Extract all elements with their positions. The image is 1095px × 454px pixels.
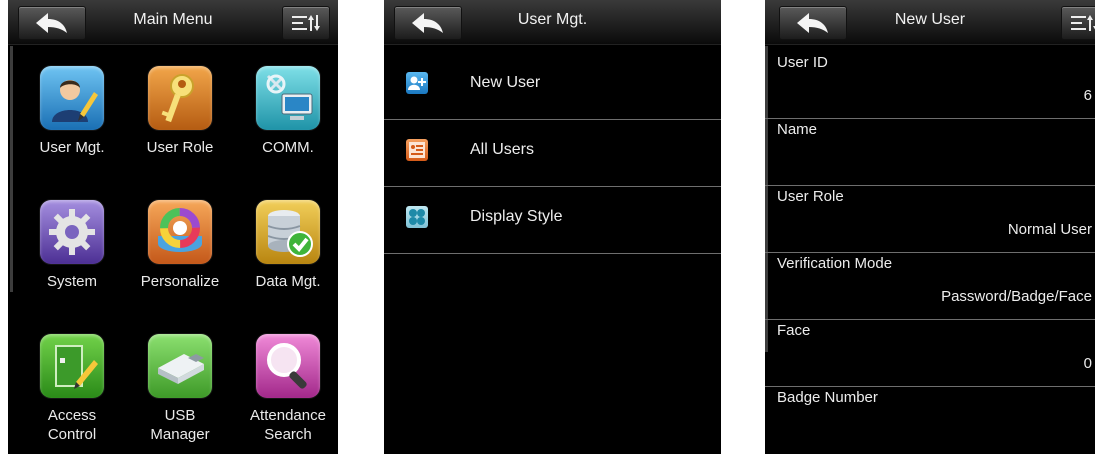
menu-item-user-mgt[interactable]: User Mgt. xyxy=(22,66,122,157)
gear-icon xyxy=(40,200,104,264)
menu-item-label: USB Manager xyxy=(150,407,210,443)
database-check-icon xyxy=(256,200,320,264)
user-mgt-icon xyxy=(40,66,104,130)
menu-item-data-mgt[interactable]: Data Mgt. xyxy=(238,200,338,291)
add-user-icon xyxy=(406,72,428,94)
header-bar: User Mgt. xyxy=(384,0,721,45)
field-verification-mode[interactable]: Verification Mode Password/Badge/Face xyxy=(765,253,1095,320)
color-wheel-icon xyxy=(148,200,212,264)
user-list-icon xyxy=(406,139,428,161)
main-menu-screen: Main Menu User Mgt. User Role COMM. Syst… xyxy=(8,0,338,454)
field-value: Password/Badge/Face xyxy=(941,288,1092,305)
page-title: User Mgt. xyxy=(517,11,588,28)
field-value: 6 xyxy=(1083,87,1092,104)
menu-item-label: User Role xyxy=(146,139,214,156)
menu-item-label: Personalize xyxy=(140,273,220,290)
field-name[interactable]: Name xyxy=(765,119,1095,186)
header-bar: New User xyxy=(765,0,1095,45)
list-item-label: All Users xyxy=(470,141,535,158)
menu-item-label: COMM. xyxy=(262,139,314,156)
field-face[interactable]: Face 0 xyxy=(765,320,1095,387)
list-item-label: New User xyxy=(470,74,541,91)
menu-item-label: Attendance Search xyxy=(250,407,326,443)
sort-menu-button[interactable] xyxy=(1061,6,1095,40)
display-style-icon xyxy=(406,206,428,228)
sort-menu-button[interactable] xyxy=(282,6,330,40)
menu-item-user-role[interactable]: User Role xyxy=(130,66,230,157)
menu-item-label: System xyxy=(46,273,97,290)
usb-drive-icon xyxy=(148,334,212,398)
field-label: Face xyxy=(777,322,811,339)
field-user-role[interactable]: User Role Normal User xyxy=(765,186,1095,253)
list-sort-icon xyxy=(292,15,320,31)
header-bar: Main Menu xyxy=(8,0,338,45)
list-item-all-users[interactable]: All Users xyxy=(384,120,721,187)
field-label: Badge Number xyxy=(777,389,878,406)
menu-item-label: User Mgt. xyxy=(39,139,105,156)
menu-item-attendance-search[interactable]: Attendance Search xyxy=(238,334,338,444)
field-label: Name xyxy=(777,121,818,138)
door-pen-icon xyxy=(40,334,104,398)
menu-item-usb-manager[interactable]: USB Manager xyxy=(130,334,230,444)
new-user-screen: New User User ID 6 Name User Role Normal… xyxy=(765,0,1095,454)
field-label: Verification Mode xyxy=(777,255,893,272)
network-computer-icon xyxy=(256,66,320,130)
menu-item-access-control[interactable]: Access Control xyxy=(22,334,122,444)
field-label: User ID xyxy=(777,54,828,71)
list-item-new-user[interactable]: New User xyxy=(384,53,721,120)
page-title: New User xyxy=(894,11,966,28)
menu-item-label: Data Mgt. xyxy=(255,273,321,290)
list-item-display-style[interactable]: Display Style xyxy=(384,187,721,254)
field-user-id[interactable]: User ID 6 xyxy=(765,52,1095,119)
key-icon xyxy=(148,66,212,130)
field-value: 0 xyxy=(1083,355,1092,372)
menu-item-label: Access Control xyxy=(47,407,97,443)
field-badge-number[interactable]: Badge Number xyxy=(765,387,1095,453)
field-value: Normal User xyxy=(1007,221,1092,238)
field-label: User Role xyxy=(777,188,844,205)
menu-item-personalize[interactable]: Personalize xyxy=(130,200,230,291)
user-mgt-screen: User Mgt. New User All Users Display Sty… xyxy=(384,0,721,454)
menu-item-system[interactable]: System xyxy=(22,200,122,291)
magnifier-icon xyxy=(256,334,320,398)
list-sort-icon xyxy=(1071,15,1095,31)
list-item-label: Display Style xyxy=(470,208,563,225)
scrollbar[interactable] xyxy=(10,46,13,292)
menu-item-comm[interactable]: COMM. xyxy=(238,66,338,157)
